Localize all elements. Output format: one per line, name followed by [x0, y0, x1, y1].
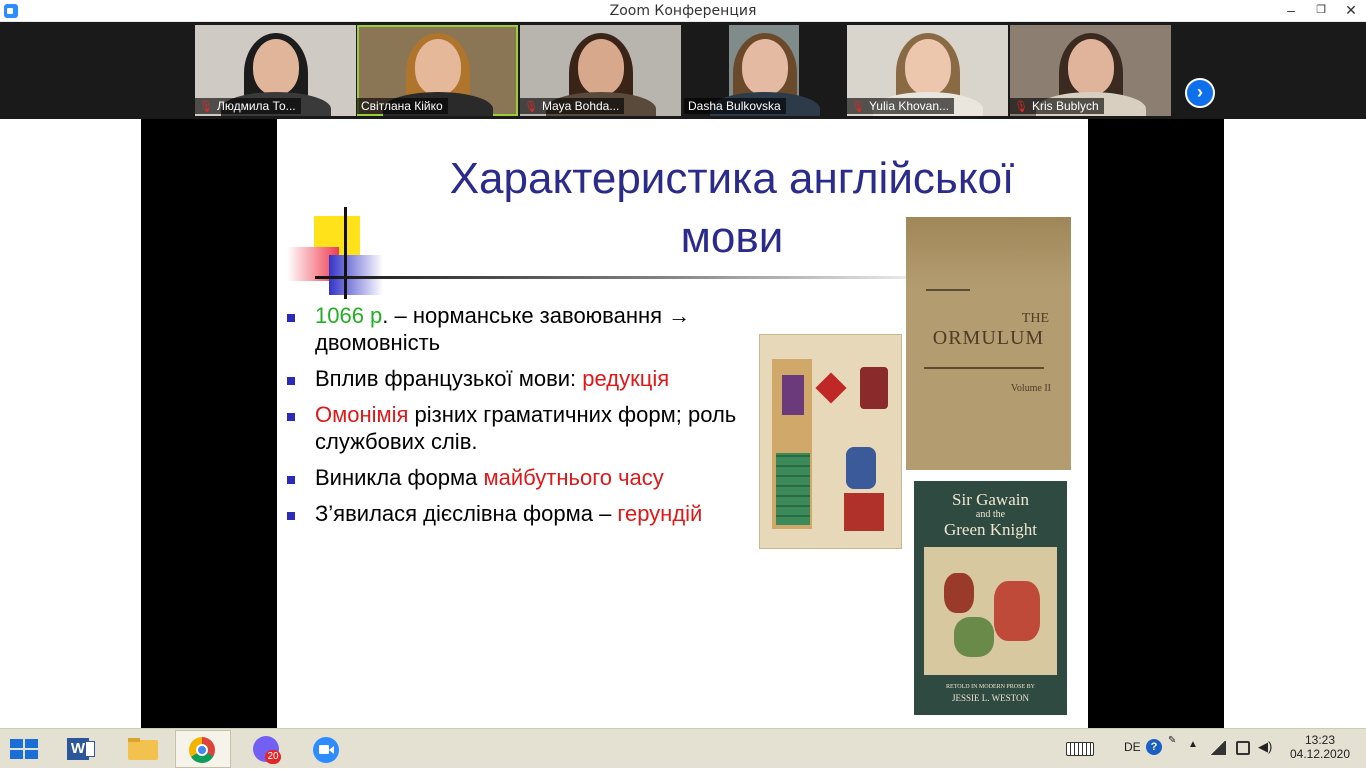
next-participants-button[interactable]: ›	[1185, 78, 1215, 108]
minimize-button[interactable]: –	[1276, 0, 1306, 22]
chevron-right-icon: ›	[1197, 82, 1203, 102]
windows-taskbar: W 20 DE ? ✎ ▲ ◀) 13:23 04.12.2020	[0, 728, 1366, 768]
window-titlebar: Zoom Конференция – ❐ ✕	[0, 0, 1366, 22]
system-tray: DE ? ✎ ▲ ◀) 13:23 04.12.2020	[1060, 729, 1366, 769]
participant-name-label: 🎙 Людмила То...	[195, 98, 301, 114]
muted-mic-icon: 🎙	[1014, 101, 1028, 113]
tray-chevron-up-icon[interactable]: ▲	[1188, 739, 1198, 750]
slide-bullet-list: 1066 р. – норманське завоювання → двомов…	[285, 302, 765, 536]
bullet-item: Виникла форма майбутнього часу	[285, 464, 765, 491]
pen-icon[interactable]: ✎	[1168, 735, 1176, 746]
clock[interactable]: 13:23 04.12.2020	[1280, 733, 1360, 761]
help-icon[interactable]: ?	[1146, 739, 1162, 755]
participant-tile[interactable]: 🎙 Maya Bohda...	[520, 25, 681, 116]
chrome-icon[interactable]	[175, 730, 231, 768]
input-language[interactable]: DE	[1124, 740, 1141, 754]
zoom-icon[interactable]	[299, 730, 355, 768]
viber-icon[interactable]: 20	[239, 730, 295, 768]
volume-icon[interactable]: ◀)	[1258, 739, 1272, 755]
signal-icon[interactable]	[1210, 741, 1226, 755]
word-icon[interactable]: W	[53, 730, 109, 768]
keyboard-icon[interactable]	[1066, 742, 1094, 756]
participant-name-label: 🎙 Yulia Khovan...	[847, 98, 955, 114]
participant-tile[interactable]: 🎙 Kris Bublych	[1010, 25, 1171, 116]
battery-icon[interactable]	[1236, 741, 1250, 755]
slide-decoration-blue	[329, 255, 383, 295]
participant-name-label: 🎙 Kris Bublych	[1010, 98, 1104, 114]
participant-tile[interactable]: Dasha Bulkovska	[684, 25, 845, 116]
participant-name-label: 🎙 Maya Bohda...	[520, 98, 625, 114]
gawain-book-cover-image: Sir Gawain and the Green Knight RETOLD I…	[914, 481, 1067, 715]
participant-tile[interactable]: 🎙 Людмила То...	[195, 25, 356, 116]
bullet-item: Вплив французької мови: редукція	[285, 365, 765, 392]
slide-decoration-hline	[315, 276, 920, 279]
participant-tile-active-speaker[interactable]: Світлана Кійко	[357, 25, 518, 116]
bullet-item: Омонімія різних граматичних форм; роль с…	[285, 401, 765, 455]
slide-decoration-vline	[344, 207, 347, 299]
muted-mic-icon: 🎙	[199, 101, 213, 113]
bullet-item: З’явилася дієслівна форма – герундій	[285, 500, 765, 527]
presentation-slide: Характеристика англійської мови 1066 р. …	[277, 119, 1088, 728]
bullet-item: 1066 р. – норманське завоювання → двомов…	[285, 302, 765, 356]
participant-tile[interactable]: 🎙 Yulia Khovan...	[847, 25, 1008, 116]
windows-start-icon[interactable]	[10, 739, 38, 759]
viber-badge: 20	[265, 750, 281, 764]
participant-name-label: Світлана Кійко	[357, 98, 448, 114]
muted-mic-icon: 🎙	[851, 101, 865, 113]
close-button[interactable]: ✕	[1336, 0, 1366, 22]
restore-button[interactable]: ❐	[1306, 0, 1336, 22]
participant-video-strip: 🎙 Людмила То... Світлана Кійко 🎙 Maya Bohd…	[0, 22, 1366, 119]
muted-mic-icon: 🎙	[524, 101, 538, 113]
ormulum-book-cover-image: THE ORMULUM Volume II	[906, 217, 1071, 470]
participant-name-label: Dasha Bulkovska	[684, 98, 786, 114]
file-explorer-icon[interactable]	[115, 730, 171, 768]
window-title: Zoom Конференция	[609, 3, 757, 19]
medieval-manuscript-image	[759, 334, 902, 549]
